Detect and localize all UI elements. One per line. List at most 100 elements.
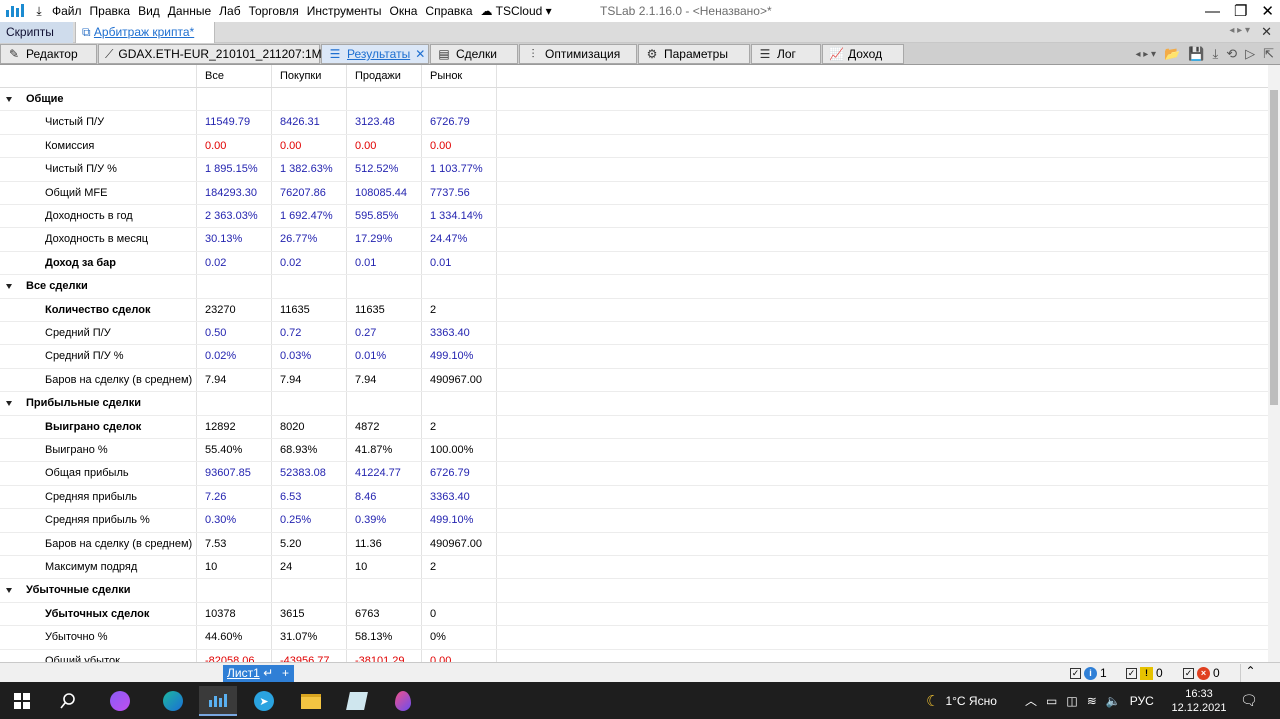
tab-editor[interactable]: ✎ Редактор [0, 44, 97, 64]
recalc-icon[interactable]: ⟲ [1226, 46, 1237, 62]
close-results-tab-icon[interactable]: ✕ [415, 44, 425, 64]
save-menu-icon[interactable]: ⤓ [30, 4, 48, 19]
header-buys[interactable]: Покупки [272, 65, 347, 87]
document-tabs: Скрипты ⧉ Арбитраж крипта* ✕ ◂ ▸ ▾ ✕ [0, 22, 1280, 60]
collapse-panel-icon[interactable]: ⌃ [1240, 664, 1260, 682]
menu-edit[interactable]: Правка [86, 0, 135, 22]
volume-icon[interactable]: 🔈 [1106, 694, 1121, 708]
menu-tools[interactable]: Инструменты [303, 0, 386, 22]
value-cell: 6763 [347, 602, 422, 626]
expand-icon[interactable]: ⇱ [1263, 46, 1274, 62]
menu-tscloud[interactable]: ☁ TSCloud ▾ [477, 0, 556, 22]
menu-view[interactable]: Вид [134, 0, 164, 22]
telegram-icon[interactable]: ➤ [245, 686, 283, 716]
moon-icon: ☾ [926, 692, 940, 710]
section-label: Общие [0, 88, 197, 111]
value-cell: 10 [197, 556, 272, 579]
menu-lab[interactable]: Лаб [215, 0, 244, 22]
sheet-pin-icon: ↵ [263, 666, 274, 680]
value-cell: 3123.48 [347, 111, 422, 134]
value-cell: 3363.40 [422, 485, 497, 509]
value-cell [197, 392, 272, 415]
notifications-icon[interactable]: 🗨 [1240, 682, 1258, 719]
section-row[interactable]: Общие [0, 88, 1268, 112]
wifi-icon[interactable]: ≋ [1087, 694, 1097, 708]
tab-scroll-icon[interactable]: ◂ ▸ ▾ [1229, 25, 1250, 36]
value-cell: 490967.00 [422, 368, 497, 392]
row-label: Убыточных сделок [0, 602, 197, 626]
nav-arrows-icon[interactable]: ◂ ▸ ▾ [1135, 49, 1156, 60]
table-header: Все Покупки Продажи Рынок [0, 65, 1268, 88]
close-document-icon[interactable]: ✕ [1261, 24, 1272, 40]
value-cell: 7.26 [197, 485, 272, 509]
section-label: Все сделки [0, 275, 197, 298]
alice-assistant-icon[interactable] [101, 686, 139, 716]
windows-start-icon[interactable] [3, 686, 41, 716]
section-row[interactable]: Убыточные сделки [0, 579, 1268, 603]
notes-app-icon[interactable] [338, 686, 376, 716]
battery-icon[interactable]: ▭ [1046, 694, 1057, 708]
value-cell: 44.60% [197, 626, 272, 649]
section-row[interactable]: Прибыльные сделки [0, 392, 1268, 416]
tab-results[interactable]: ☰ Результаты ✕ [321, 44, 429, 64]
row-label: Баров на сделку (в среднем) [0, 368, 197, 392]
tab-params[interactable]: ⚙ Параметры [638, 44, 750, 64]
tray-expand-icon[interactable]: ︿ [1025, 692, 1037, 709]
table-row: Общий MFE 184293.30 76207.86 108085.44 7737.… [0, 181, 1268, 205]
weather-widget[interactable]: ☾ 1°C Ясно [926, 682, 997, 719]
add-sheet-button[interactable]: + [277, 665, 294, 682]
export-icon[interactable]: ⤓ [1212, 46, 1218, 62]
warning-filter[interactable]: ✓! 0 [1126, 665, 1163, 681]
row-label: Доходность в год [0, 205, 197, 228]
tab-data[interactable]: ⟋ GDAX.ETH-EUR_210101_211207:1M [98, 44, 322, 64]
tab-scripts[interactable]: Скрипты [0, 22, 73, 43]
input-language[interactable]: РУС [1130, 694, 1154, 708]
header-all[interactable]: Все [197, 65, 272, 87]
value-cell: 26.77% [272, 228, 347, 251]
edge-browser-icon[interactable] [154, 686, 192, 716]
sheet-tab[interactable]: Лист1 ↵ [223, 665, 278, 682]
value-cell [272, 275, 347, 298]
menu-file[interactable]: Файл [48, 0, 86, 22]
menu-data[interactable]: Данные [164, 0, 215, 22]
tslab-taskbar-icon[interactable] [199, 686, 237, 716]
row-label: Общий MFE [0, 181, 197, 204]
minimize-icon[interactable]: — [1205, 3, 1220, 20]
open-folder-icon[interactable]: 📂 [1164, 46, 1180, 62]
header-sells[interactable]: Продажи [347, 65, 422, 87]
search-icon[interactable] [49, 686, 87, 716]
section-row[interactable]: Все сделки [0, 275, 1268, 299]
save-icon[interactable]: 💾 [1188, 46, 1204, 62]
tab-income[interactable]: 📈 Доход [822, 44, 904, 64]
tab-trades[interactable]: ▤ Сделки [430, 44, 518, 64]
tab-arbitrage[interactable]: ⧉ Арбитраж крипта* ✕ [75, 22, 215, 60]
scrollbar-thumb[interactable] [1270, 90, 1278, 405]
close-icon[interactable]: ✕ [1261, 2, 1274, 20]
header-market[interactable]: Рынок [422, 65, 497, 87]
tab-params-label: Параметры [664, 47, 728, 61]
info-icon: i [1084, 666, 1097, 680]
play-icon[interactable]: ▷ [1245, 46, 1255, 62]
value-cell: 512.52% [347, 158, 422, 181]
tab-scripts-label: Скрипты [6, 25, 54, 39]
row-label: Доход за бар [0, 251, 197, 275]
value-cell: 0.00 [197, 134, 272, 158]
tab-arbitrage-label: Арбитраж крипта* [93, 25, 195, 39]
value-cell: 41.87% [347, 439, 422, 462]
cloud-icon: ☁ [480, 4, 493, 18]
menu-windows[interactable]: Окна [386, 0, 422, 22]
menu-tscloud-label: TSCloud [495, 4, 543, 18]
error-filter[interactable]: ✓ × 0 [1183, 665, 1220, 681]
tab-optimization[interactable]: ⫶ Оптимизация [519, 44, 637, 64]
maximize-icon[interactable]: ❐ [1234, 2, 1247, 20]
tab-log[interactable]: ☰ Лог [751, 44, 821, 64]
network-icon[interactable]: ◫ [1066, 694, 1077, 708]
menu-help[interactable]: Справка [421, 0, 476, 22]
drop-app-icon[interactable] [384, 686, 422, 716]
value-cell: -38101.29 [347, 649, 422, 662]
info-filter[interactable]: ✓ i 1 [1070, 665, 1107, 681]
value-cell: 7.94 [347, 368, 422, 392]
clock[interactable]: 16:33 12.12.2021 [1168, 682, 1230, 719]
menu-trading[interactable]: Торговля [245, 0, 303, 22]
file-explorer-icon[interactable] [292, 686, 330, 716]
